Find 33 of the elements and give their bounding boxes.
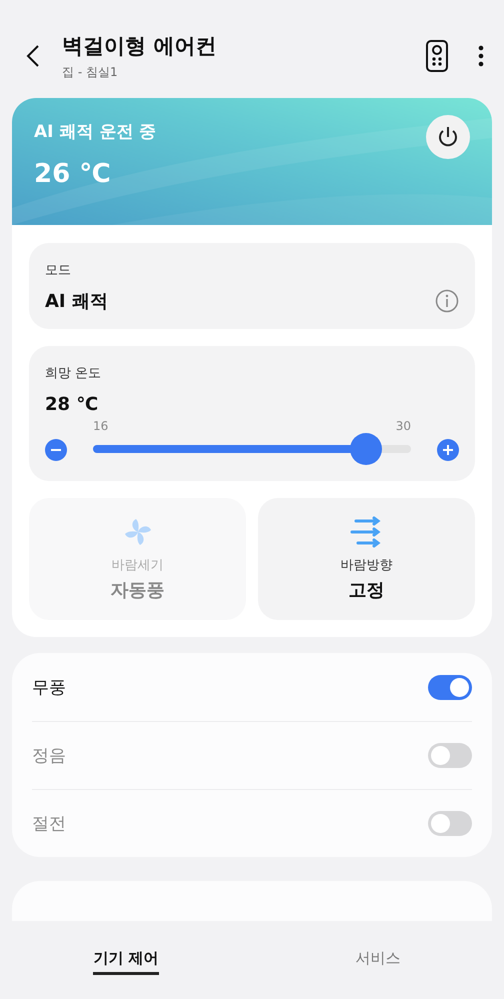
device-location: 집 - 침실1 <box>62 64 119 80</box>
option-label: 무풍 <box>32 676 66 698</box>
target-temperature-label: 희망 온도 <box>45 365 102 382</box>
mode-value: AI 쾌적 <box>45 290 108 313</box>
status-label: AI 쾌적 운전 중 <box>34 121 156 143</box>
back-button[interactable] <box>26 44 40 68</box>
current-temperature: 26 ℃ <box>34 159 112 189</box>
tile-value: 자동풍 <box>110 579 164 602</box>
plus-icon <box>442 444 454 456</box>
target-temperature: 28 ℃ <box>45 394 100 415</box>
toggle-switch[interactable] <box>428 811 472 836</box>
decrease-button[interactable] <box>45 439 67 461</box>
mode-card[interactable]: 모드 AI 쾌적 <box>29 243 475 329</box>
power-icon <box>437 126 459 148</box>
bottom-tab[interactable]: 서비스 <box>356 949 400 975</box>
mode-label: 모드 <box>45 262 72 279</box>
wind-direction-tile[interactable]: 바람방향 고정 <box>258 498 475 620</box>
device-title: 벽걸이형 에어컨 <box>62 32 218 60</box>
tile-label: 바람방향 <box>340 557 392 574</box>
max-temperature: 30 <box>396 419 411 433</box>
min-temperature: 16 <box>93 419 108 433</box>
tile-label: 바람세기 <box>112 557 164 574</box>
option-label: 절전 <box>32 813 66 835</box>
more-menu-icon[interactable] <box>478 45 484 67</box>
bottom-tab[interactable]: 기기 제어 <box>93 949 159 975</box>
toggle-switch[interactable] <box>428 674 472 700</box>
increase-button[interactable] <box>437 439 459 461</box>
option-label: 정음 <box>32 745 66 767</box>
tile-value: 고정 <box>348 579 384 602</box>
slider-thumb[interactable] <box>350 433 382 465</box>
remote-icon[interactable] <box>426 40 448 72</box>
toggle-switch[interactable] <box>428 743 472 768</box>
info-icon[interactable] <box>435 289 459 313</box>
